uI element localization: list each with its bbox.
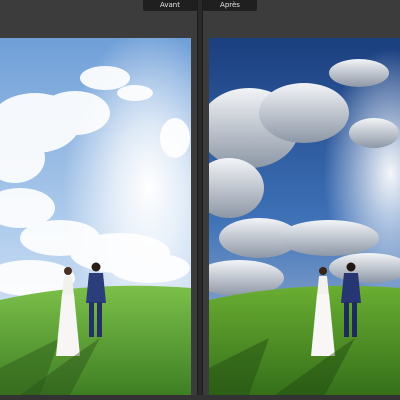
after-photo (209, 38, 400, 395)
before-label: Avant (143, 0, 197, 11)
before-photo (0, 38, 191, 395)
after-label: Après (203, 0, 257, 11)
bottom-bar (0, 395, 400, 400)
split-divider[interactable] (197, 0, 203, 400)
